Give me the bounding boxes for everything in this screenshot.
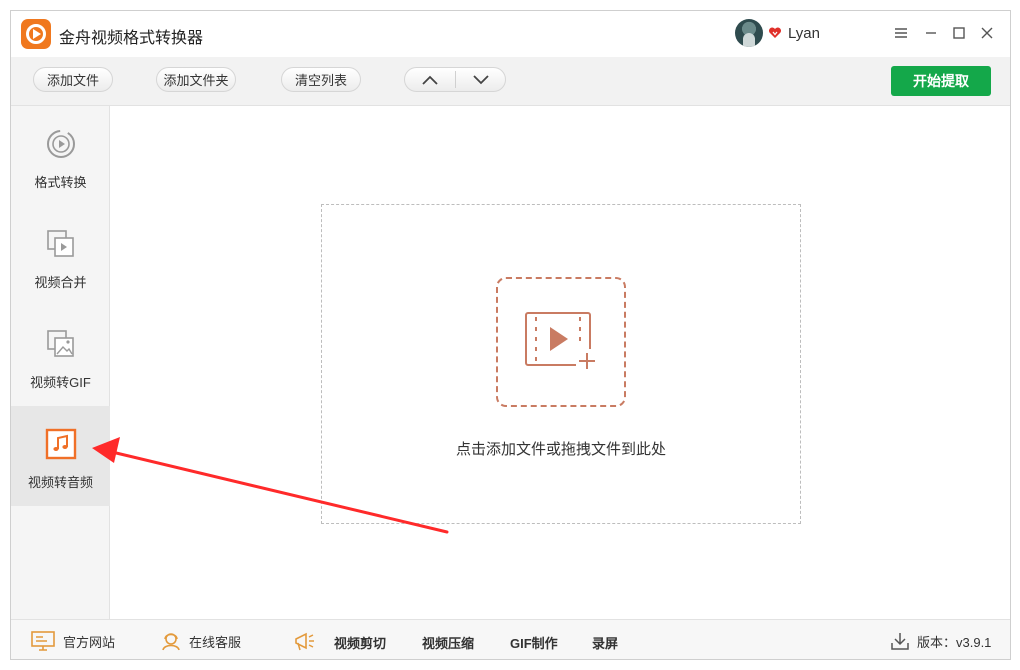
- online-support-link[interactable]: 在线客服: [161, 620, 242, 659]
- tool-screen-record[interactable]: 录屏: [592, 633, 618, 652]
- sidebar-item-label: 视频转GIF: [30, 375, 91, 390]
- sidebar-item-label: 视频合并: [34, 275, 87, 290]
- chevron-down-icon: [473, 74, 489, 84]
- username[interactable]: Lyan: [788, 25, 820, 42]
- sidebar-item-video-to-audio[interactable]: 视频转音频: [11, 406, 110, 506]
- sidebar-item-format-convert[interactable]: 格式转换: [11, 106, 110, 206]
- version-info: 版本：v3.9.1: [891, 620, 992, 659]
- sidebar: 格式转换 视频合并 视频转GIF 视频转音频: [11, 106, 110, 619]
- sidebar-item-label: 视频转音频: [27, 475, 93, 490]
- monitor-icon: [31, 631, 55, 651]
- drop-hint-text: 点击添加文件或拖拽文件到此处: [455, 441, 666, 458]
- user-avatar[interactable]: [735, 19, 763, 47]
- toolbar: 添加文件 添加文件夹 清空列表 开始提取: [11, 57, 1010, 106]
- tool-video-compress[interactable]: 视频压缩: [422, 633, 474, 652]
- menu-icon[interactable]: [891, 23, 911, 43]
- minimize-icon[interactable]: [921, 23, 941, 43]
- music-note-icon: [45, 428, 77, 460]
- app-logo-icon: [21, 19, 51, 49]
- megaphone-icon: [295, 632, 314, 651]
- app-title: 金舟视频格式转换器: [59, 30, 204, 47]
- file-drop-zone[interactable]: 点击添加文件或拖拽文件到此处: [321, 204, 801, 524]
- move-up-button[interactable]: [405, 68, 455, 91]
- tool-video-cut[interactable]: 视频剪切: [334, 633, 386, 652]
- add-file-button[interactable]: 添加文件: [33, 67, 113, 92]
- close-icon[interactable]: [977, 23, 997, 43]
- app-window: 金舟视频格式转换器 Lyan 添加文件 添加文件夹 清空列表 开始提取 格式转换…: [10, 10, 1011, 660]
- sidebar-item-video-to-gif[interactable]: 视频转GIF: [11, 306, 110, 406]
- start-extract-button[interactable]: 开始提取: [891, 66, 991, 96]
- clear-list-button[interactable]: 清空列表: [281, 67, 361, 92]
- move-down-button[interactable]: [456, 68, 505, 91]
- official-website-label: 官方网站: [63, 634, 116, 650]
- maximize-icon[interactable]: [949, 23, 969, 43]
- add-video-icon: [525, 312, 598, 371]
- online-support-label: 在线客服: [189, 634, 242, 650]
- add-folder-button[interactable]: 添加文件夹: [156, 67, 236, 92]
- vip-heart-icon: [768, 27, 782, 38]
- main-area: 点击添加文件或拖拽文件到此处: [110, 106, 1010, 619]
- version-label: 版本：v3.9.1: [917, 634, 992, 650]
- status-bar: 官方网站 在线客服 视频剪切 视频压缩 GIF制作 录屏 版本：v3.9.1: [11, 619, 1010, 659]
- official-website-link[interactable]: 官方网站: [31, 620, 116, 659]
- image-icon: [47, 330, 74, 357]
- sidebar-item-label: 格式转换: [34, 175, 87, 190]
- download-icon: [891, 633, 909, 650]
- add-video-box[interactable]: [496, 277, 626, 407]
- sidebar-item-video-merge[interactable]: 视频合并: [11, 206, 110, 306]
- merge-video-icon: [47, 230, 74, 257]
- tool-gif-maker[interactable]: GIF制作: [510, 633, 558, 652]
- play-circle-icon: [47, 130, 75, 158]
- customer-service-icon: [162, 633, 180, 651]
- title-bar: 金舟视频格式转换器 Lyan: [11, 11, 1010, 57]
- chevron-up-icon: [422, 75, 438, 85]
- move-buttons: [404, 67, 506, 92]
